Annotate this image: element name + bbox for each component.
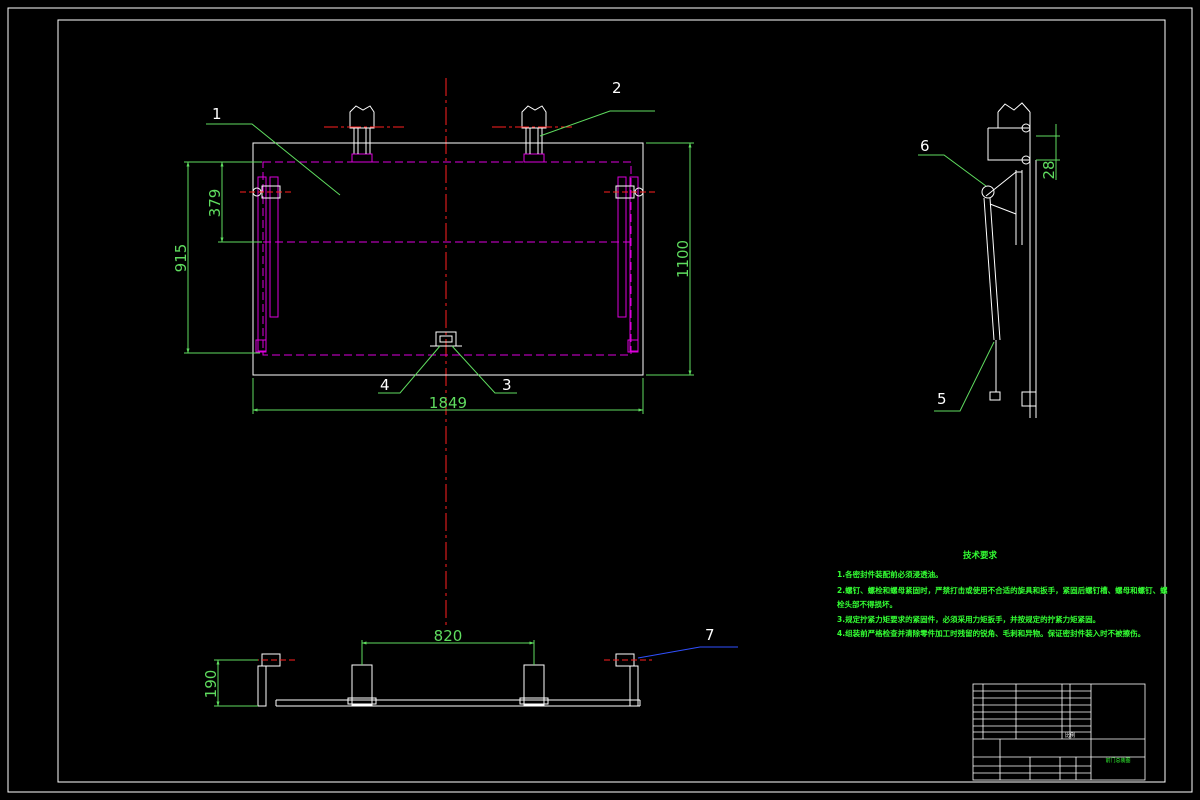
bottom-dimensions bbox=[214, 640, 535, 707]
part-label-7: 7 bbox=[705, 626, 715, 644]
part-label-5: 5 bbox=[937, 390, 947, 408]
part-label-2: 2 bbox=[612, 79, 622, 97]
hinge-right bbox=[521, 105, 547, 163]
side-view bbox=[981, 102, 1060, 418]
part-label-3: 3 bbox=[502, 376, 512, 394]
leader-7 bbox=[637, 646, 738, 659]
dim-bracket-spacing: 820 bbox=[434, 627, 463, 645]
drawing-frame bbox=[7, 7, 1193, 793]
door-panel bbox=[252, 142, 644, 376]
cad-drawing: 1849 1100 915 379 1 2 4 3 28 6 5 820 190… bbox=[7, 7, 1193, 793]
title-block bbox=[972, 683, 1146, 781]
hinge-left bbox=[349, 105, 375, 163]
dim-overall-height: 1100 bbox=[674, 240, 692, 278]
tech-req-item: 栓头部不得损坏。 bbox=[837, 599, 897, 609]
tech-req-item: 4.组装前严格检查并清除零件加工时残留的锐角、毛刺和异物。保证密封件装入时不被擦… bbox=[837, 628, 1145, 638]
dim-overall-width: 1849 bbox=[429, 394, 467, 412]
title-block-drawing-name: 前门总装图 bbox=[1105, 757, 1130, 764]
part-label-6: 6 bbox=[920, 137, 930, 155]
hidden-frame bbox=[262, 161, 632, 356]
leader-lines bbox=[206, 110, 655, 394]
tech-req-item: 3.规定拧紧力矩要求的紧固件，必须采用力矩扳手，并按规定的拧紧力矩紧固。 bbox=[837, 614, 1100, 624]
part-label-4: 4 bbox=[380, 376, 390, 394]
tech-req-title: 技术要求 bbox=[963, 550, 998, 561]
dim-left-height: 915 bbox=[172, 244, 190, 273]
gas-strut-right bbox=[617, 176, 639, 353]
bottom-view bbox=[257, 653, 641, 707]
gas-strut-left bbox=[255, 176, 279, 353]
dim-bottom-height: 190 bbox=[202, 670, 220, 699]
technical-requirements: 技术要求 1.各密封件装配前必须浸透油。 2.螺钉、螺栓和螺母紧固时，严禁打击或… bbox=[837, 550, 1168, 638]
title-block-scale-label: 比例 bbox=[1065, 732, 1075, 739]
dim-upper-height: 379 bbox=[206, 189, 224, 218]
part-label-1: 1 bbox=[212, 105, 222, 123]
tech-req-item: 2.螺钉、螺栓和螺母紧固时，严禁打击或使用不合适的旋具和扳手，紧固后螺钉槽、螺母… bbox=[837, 585, 1168, 595]
tech-req-item: 1.各密封件装配前必须浸透油。 bbox=[837, 569, 943, 579]
front-view: 1849 1100 915 379 1 2 4 3 bbox=[172, 79, 694, 414]
dim-side-offset: 28 bbox=[1040, 160, 1058, 179]
